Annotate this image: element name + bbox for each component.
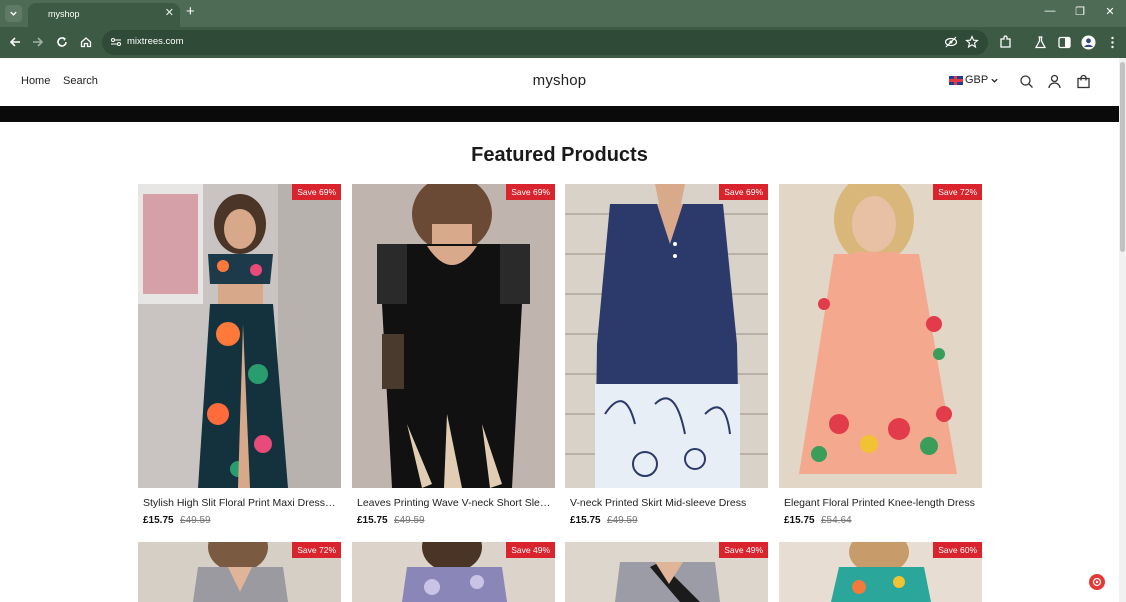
page-scrollbar[interactable] [1119, 58, 1126, 602]
product-image[interactable]: Save 60% [779, 542, 982, 602]
tab-search-button[interactable] [5, 5, 22, 22]
product-price: £15.75 [357, 515, 388, 526]
browser-toolbar: mixtrees.com [0, 27, 1126, 58]
address-bar[interactable]: mixtrees.com [102, 30, 988, 55]
product-title[interactable]: V-neck Printed Skirt Mid-sleeve Dress [570, 497, 765, 509]
product-price: £15.75 [570, 515, 601, 526]
profile-avatar-icon[interactable] [1081, 35, 1096, 50]
product-card[interactable]: Save 72% [138, 542, 341, 602]
sale-badge: Save 69% [719, 184, 768, 200]
minimize-icon[interactable]: — [1041, 5, 1059, 17]
sale-badge: Save 49% [506, 542, 555, 558]
product-title[interactable]: Elegant Floral Printed Knee-length Dress [784, 497, 979, 509]
back-icon[interactable] [7, 34, 23, 50]
product-image[interactable]: Save 49% [352, 542, 555, 602]
restore-icon[interactable]: ❐ [1071, 5, 1089, 18]
product-title[interactable]: Stylish High Slit Floral Print Maxi Dres… [143, 497, 338, 509]
forward-icon[interactable] [30, 34, 46, 50]
close-window-icon[interactable]: ✕ [1101, 5, 1119, 18]
sale-badge: Save 69% [506, 184, 555, 200]
home-icon[interactable] [78, 34, 94, 50]
chevron-down-icon [10, 11, 17, 16]
bookmark-star-icon[interactable] [965, 35, 979, 49]
product-image[interactable]: Save 69% [138, 184, 341, 488]
search-icon[interactable] [1019, 74, 1034, 89]
sale-badge: Save 72% [933, 184, 982, 200]
product-price: £15.75 [784, 515, 815, 526]
chevron-down-icon [991, 78, 998, 83]
uk-flag-icon [949, 75, 963, 85]
currency-label: GBP [965, 74, 989, 86]
sale-badge: Save 72% [292, 542, 341, 558]
url-text: mixtrees.com [127, 36, 184, 47]
new-tab-icon[interactable]: + [186, 3, 195, 20]
site-info-icon[interactable] [110, 36, 122, 48]
product-image[interactable]: Save 72% [779, 184, 982, 488]
chat-widget-icon[interactable] [1089, 574, 1105, 590]
reload-icon[interactable] [54, 34, 70, 50]
scrollbar-thumb[interactable] [1120, 62, 1125, 252]
sale-badge: Save 49% [719, 542, 768, 558]
featured-products-title: Featured Products [471, 144, 648, 166]
account-icon[interactable] [1047, 74, 1062, 89]
side-panel-icon[interactable] [1057, 35, 1072, 50]
sale-badge: Save 60% [933, 542, 982, 558]
product-compare-price: £54.64 [821, 515, 852, 526]
product-compare-price: £49.59 [607, 515, 638, 526]
browser-tab[interactable]: myshop ✕ [28, 3, 180, 27]
sale-badge: Save 69% [292, 184, 341, 200]
product-price: £15.75 [143, 515, 174, 526]
product-image[interactable]: Save 69% [565, 184, 768, 488]
product-card[interactable]: Save 49% [352, 542, 555, 602]
product-image[interactable]: Save 72% [138, 542, 341, 602]
product-compare-price: £49.59 [180, 515, 211, 526]
labs-flask-icon[interactable] [1033, 35, 1048, 50]
tab-title: myshop [48, 9, 80, 19]
product-card[interactable]: Save 60% [779, 542, 982, 602]
product-card[interactable]: Save 72% Elegant Floral Printed Knee-len… [779, 184, 982, 529]
browser-tab-strip: myshop ✕ + — ❐ ✕ [0, 0, 1126, 27]
web-page: Home Search myshop GBP Featured Products [0, 58, 1119, 602]
product-card[interactable]: Save 69% V-neck Printed Skirt Mid-sleeve… [565, 184, 768, 529]
extensions-icon[interactable] [998, 35, 1013, 50]
product-card[interactable]: Save 69% Stylish High Slit Floral Print … [138, 184, 341, 529]
currency-selector[interactable]: GBP [949, 74, 999, 86]
announcement-bar [0, 106, 1119, 122]
tab-close-icon[interactable]: ✕ [165, 6, 174, 19]
product-title[interactable]: Leaves Printing Wave V-neck Short Sleeve… [357, 497, 552, 509]
product-compare-price: £49.59 [394, 515, 425, 526]
product-card[interactable]: Save 49% [565, 542, 768, 602]
product-image[interactable]: Save 49% [565, 542, 768, 602]
more-menu-icon[interactable] [1105, 35, 1120, 50]
product-card[interactable]: Save 69% Leaves Printing Wave V-neck Sho… [352, 184, 555, 529]
cart-bag-icon[interactable] [1076, 74, 1091, 89]
product-image[interactable]: Save 69% [352, 184, 555, 488]
eye-off-icon[interactable] [944, 35, 958, 49]
